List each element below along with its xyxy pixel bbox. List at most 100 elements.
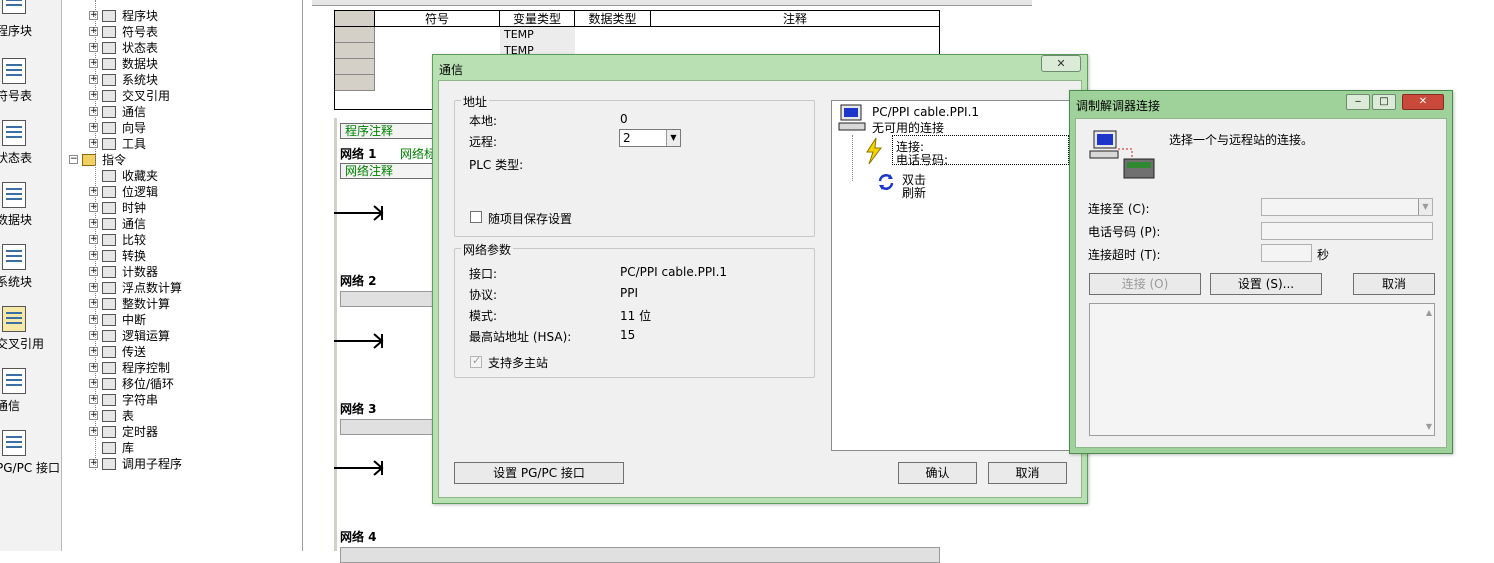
save-with-project-checkbox[interactable] (470, 211, 482, 223)
tree-item[interactable]: + 浮点数计算 (63, 280, 298, 296)
nav-symbol-table[interactable]: 符号表 (0, 56, 62, 118)
nav-status-table[interactable]: 状态表 (0, 118, 62, 180)
connect-button[interactable]: 连接 (O) (1089, 273, 1201, 295)
expand-icon[interactable]: + (89, 219, 98, 228)
expand-icon[interactable]: + (89, 123, 98, 132)
expand-icon[interactable]: + (89, 427, 98, 436)
program-comment[interactable]: 程序注释 (340, 123, 435, 139)
network-2-comment-bar[interactable] (340, 291, 435, 307)
tree-item[interactable]: + 逻辑运算 (63, 328, 298, 344)
settings-button[interactable]: 设置 (S)... (1210, 273, 1322, 295)
network-1-inline-comment[interactable]: 网络标 (400, 145, 436, 162)
tree-item[interactable]: + 符号表 (63, 24, 298, 40)
expand-icon[interactable]: + (89, 395, 98, 404)
network-1-comment[interactable]: 网络注释 (340, 163, 435, 179)
tree-item[interactable]: − 指令 (63, 152, 298, 168)
expand-icon[interactable]: + (89, 203, 98, 212)
network-4-comment-bar[interactable] (340, 547, 940, 563)
expand-icon[interactable]: + (89, 187, 98, 196)
expand-icon[interactable]: + (89, 91, 98, 100)
tree-item[interactable]: + 字符串 (63, 392, 298, 408)
tree-item[interactable]: + 中断 (63, 312, 298, 328)
close-icon[interactable]: ✕ (1041, 55, 1081, 72)
expand-icon[interactable]: + (89, 27, 98, 36)
tree-item[interactable]: + 调用子程序 (63, 456, 298, 472)
tree-item[interactable]: + 数据块 (63, 56, 298, 72)
close-icon[interactable]: ✕ (1402, 94, 1444, 110)
tree-cable-label[interactable]: PC/PPI cable.PPI.1 (872, 105, 979, 119)
multimaster-checkbox[interactable] (470, 354, 482, 368)
tree-item[interactable]: + 工具 (63, 136, 298, 152)
tree-item[interactable]: + 表 (63, 408, 298, 424)
collapse-icon[interactable]: − (69, 155, 78, 164)
expand-icon[interactable]: + (89, 139, 98, 148)
minimize-icon[interactable]: ‒ (1346, 94, 1370, 110)
expand-icon[interactable]: + (89, 59, 98, 68)
tree-item[interactable]: 库 (63, 440, 298, 456)
tree-item[interactable]: + 计数器 (63, 264, 298, 280)
expand-icon[interactable]: + (89, 315, 98, 324)
tree-item[interactable]: + 通信 (63, 216, 298, 232)
expand-icon[interactable]: + (89, 379, 98, 388)
status-log-area[interactable]: ▲ ▼ (1089, 303, 1435, 436)
timeout-field[interactable] (1261, 244, 1312, 262)
expand-icon[interactable]: + (89, 331, 98, 340)
expand-icon[interactable]: + (89, 459, 98, 468)
nav-system-block[interactable]: 系统块 (0, 242, 62, 304)
tree-item[interactable]: + 系统块 (63, 72, 298, 88)
station-tree[interactable]: PC/PPI cable.PPI.1 无可用的连接 连接: 电话号码: 双击 刷… (831, 100, 1079, 451)
nav-pgpc-interface[interactable]: PG/PC 接口 (0, 428, 62, 490)
expand-icon[interactable]: + (89, 235, 98, 244)
setup-pgpc-interface-button[interactable]: 设置 PG/PC 接口 (454, 462, 624, 484)
tree-item[interactable]: + 时钟 (63, 200, 298, 216)
nav-cross-reference[interactable]: 交叉引用 (0, 304, 62, 366)
tree-item[interactable]: + 传送 (63, 344, 298, 360)
tree-item[interactable]: + 通信 (63, 104, 298, 120)
network-3-comment-bar[interactable] (340, 419, 435, 435)
var-type-cell[interactable]: TEMP (500, 27, 575, 43)
tree-item[interactable]: + 移位/循环 (63, 376, 298, 392)
expand-icon[interactable]: + (89, 267, 98, 276)
tree-item[interactable]: + 转换 (63, 248, 298, 264)
phone-number-field[interactable] (1261, 222, 1433, 240)
row-header[interactable] (335, 27, 375, 43)
tree-item[interactable]: + 比较 (63, 232, 298, 248)
cancel-button[interactable]: 取消 (1353, 273, 1435, 295)
network-2-rung[interactable] (334, 331, 394, 351)
expand-icon[interactable]: + (89, 251, 98, 260)
tree-item[interactable]: + 程序块 (63, 8, 298, 24)
tree-item[interactable]: + 程序控制 (63, 360, 298, 376)
tree-item[interactable]: + 定时器 (63, 424, 298, 440)
network-1-rung[interactable] (334, 203, 394, 223)
expand-icon[interactable]: + (89, 347, 98, 356)
expand-icon[interactable]: + (89, 283, 98, 292)
tree-item[interactable]: + 交叉引用 (63, 88, 298, 104)
nav-data-block[interactable]: 数据块 (0, 180, 62, 242)
row-header[interactable] (335, 43, 375, 59)
tree-item[interactable]: + 整数计算 (63, 296, 298, 312)
tree-item[interactable]: 收藏夹 (63, 168, 298, 184)
row-header[interactable] (335, 75, 375, 91)
row-header[interactable] (335, 59, 375, 75)
expand-icon[interactable]: + (89, 107, 98, 116)
expand-icon[interactable]: + (89, 43, 98, 52)
chevron-down-icon[interactable]: ▼ (1418, 199, 1432, 215)
scroll-up-icon[interactable]: ▲ (1426, 308, 1432, 317)
expand-icon[interactable]: + (89, 411, 98, 420)
connect-to-select[interactable]: ▼ (1261, 198, 1433, 216)
tree-refresh-label[interactable]: 刷新 (902, 184, 926, 201)
tree-item[interactable]: + 状态表 (63, 40, 298, 56)
scroll-down-icon[interactable]: ▼ (1426, 422, 1432, 431)
expand-icon[interactable]: + (89, 363, 98, 372)
network-3-rung[interactable] (334, 458, 394, 478)
nav-program-block[interactable]: 程序块 (0, 0, 62, 62)
remote-address-select[interactable]: 2 ▼ (619, 129, 681, 147)
expand-icon[interactable]: + (89, 299, 98, 308)
nav-communication[interactable]: 通信 (0, 366, 62, 428)
ok-button[interactable]: 确认 (898, 462, 977, 484)
expand-icon[interactable]: + (89, 75, 98, 84)
tree-item[interactable]: + 位逻辑 (63, 184, 298, 200)
expand-icon[interactable]: + (89, 11, 98, 20)
chevron-down-icon[interactable]: ▼ (666, 130, 680, 146)
cancel-button[interactable]: 取消 (988, 462, 1067, 484)
